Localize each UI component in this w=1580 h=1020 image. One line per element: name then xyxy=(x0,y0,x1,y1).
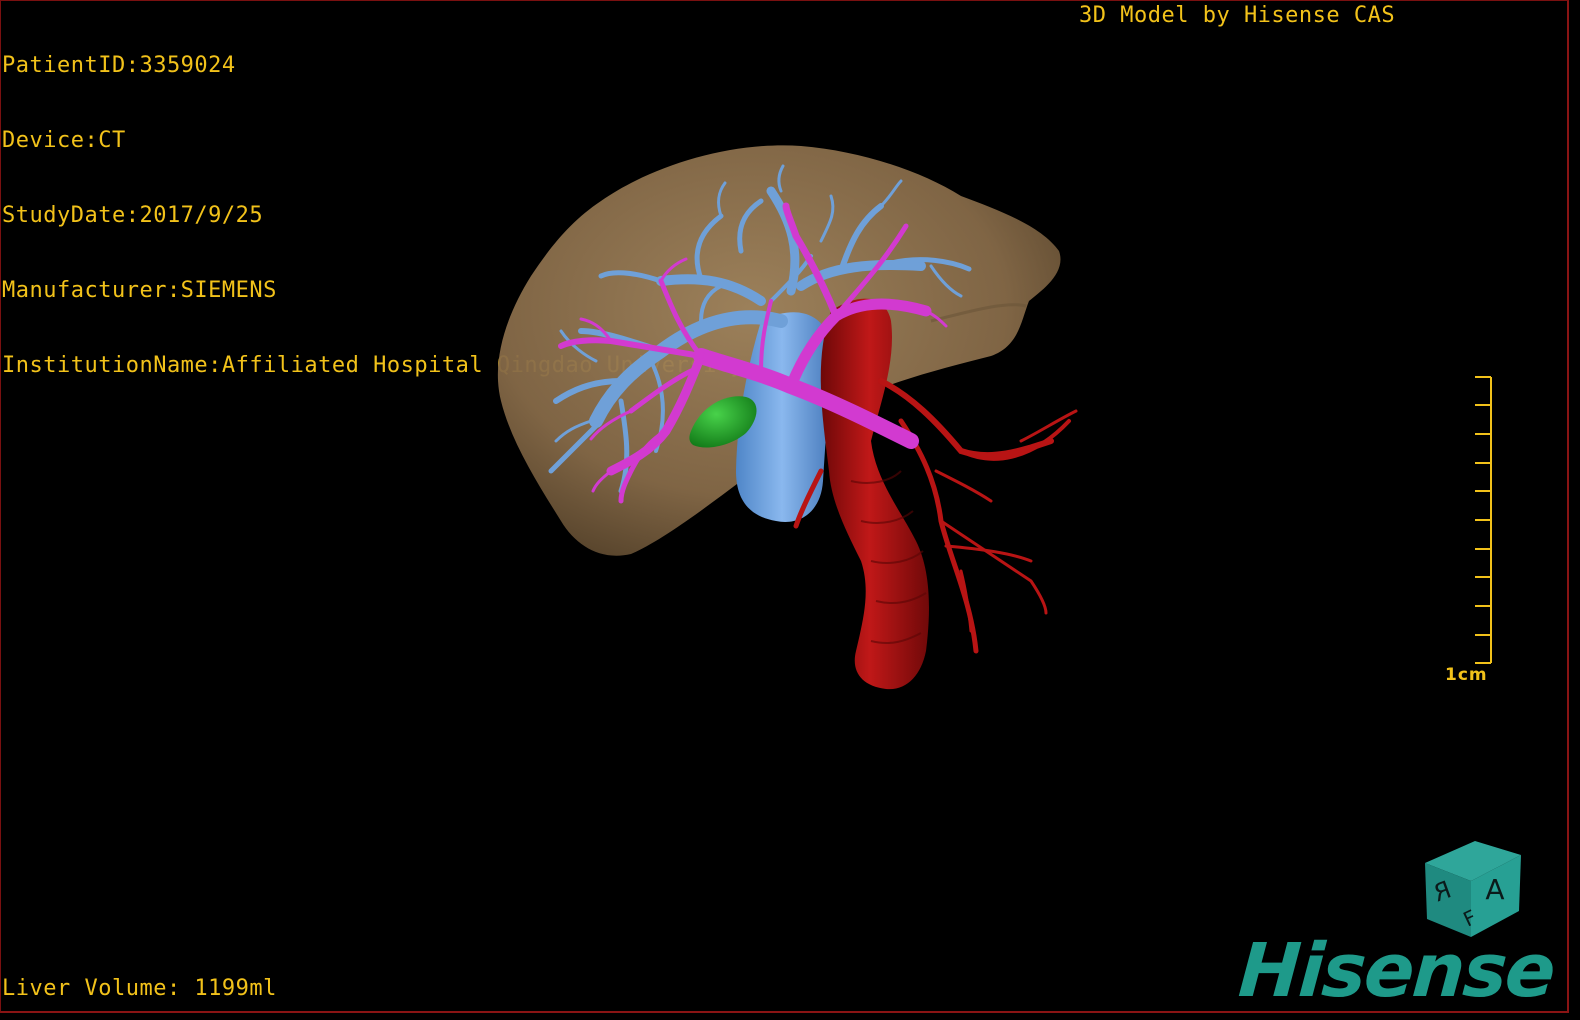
scale-bar xyxy=(1475,376,1492,664)
liver-volume: Liver Volume: 1199ml xyxy=(2,976,277,1001)
3d-viewport[interactable]: PatientID:3359024 Device:CT StudyDate:20… xyxy=(0,0,1569,1013)
hisense-logo: Hisense xyxy=(1235,928,1557,1013)
orientation-cube[interactable]: A R F xyxy=(1415,833,1531,943)
orientation-face-front: A xyxy=(1485,873,1504,906)
scale-bar-label: 1cm xyxy=(1445,665,1488,685)
liver-3d-model[interactable] xyxy=(1,1,1567,1011)
